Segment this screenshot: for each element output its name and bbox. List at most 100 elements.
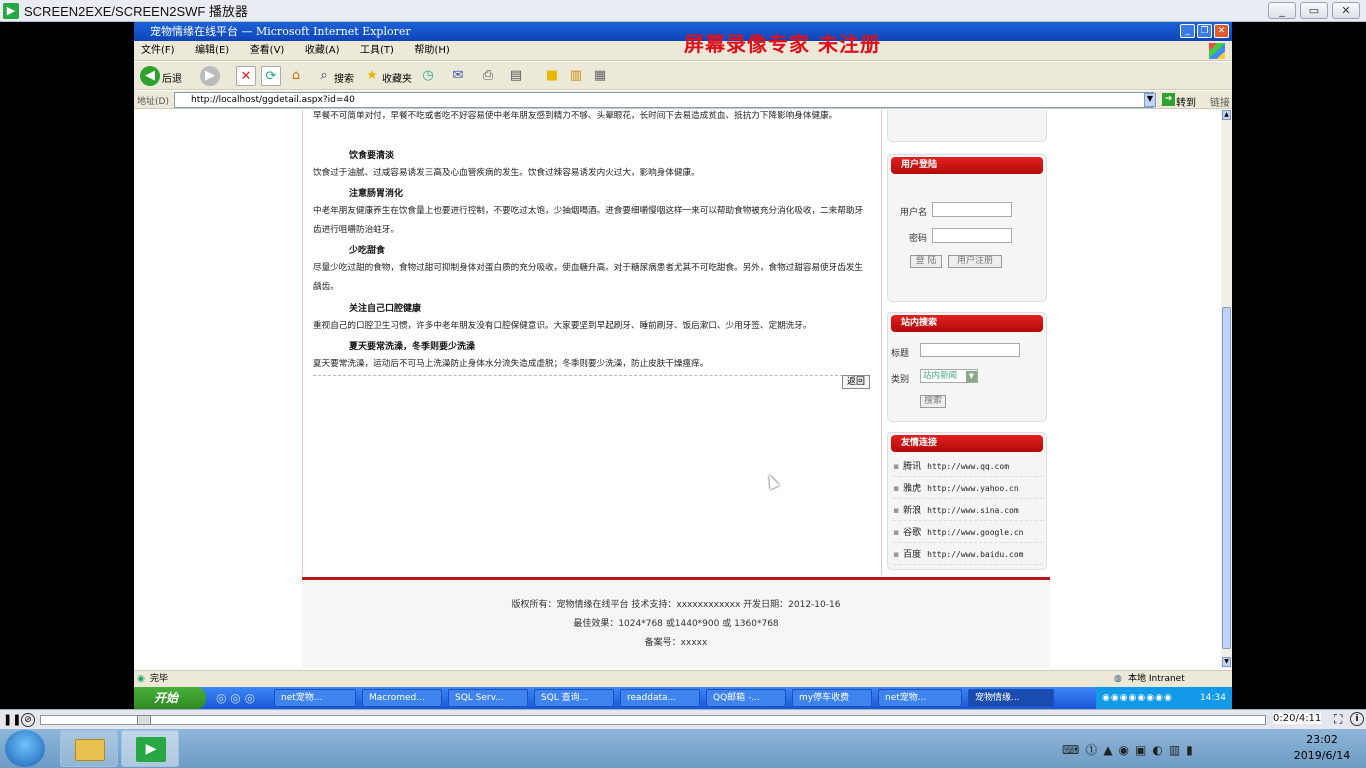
menu-tools[interactable]: 工具(T) xyxy=(360,41,394,61)
fullscreen-icon[interactable]: ⛶ xyxy=(1334,712,1342,727)
vertical-scrollbar[interactable]: ▲ ▼ xyxy=(1221,110,1232,668)
password-input[interactable] xyxy=(932,228,1012,243)
link-url[interactable]: http://www.baidu.com xyxy=(927,550,1023,559)
menu-file[interactable]: 文件(F) xyxy=(141,41,175,61)
windows-logo-icon xyxy=(1209,43,1225,59)
back-icon[interactable]: ◀ xyxy=(140,66,160,86)
ie-restore-icon[interactable]: ❐ xyxy=(1197,24,1212,38)
explorer-taskbar-icon[interactable] xyxy=(60,730,118,767)
recorder-watermark: 屏幕录像专家 未注册 xyxy=(684,32,881,56)
friend-link[interactable]: ▪ 百度 http://www.baidu.com xyxy=(893,545,1043,565)
mail-icon[interactable]: ✉ xyxy=(448,66,468,86)
research-icon[interactable]: ▥ xyxy=(566,66,586,86)
taskbar-item[interactable]: QQ邮箱 -... xyxy=(706,689,786,707)
friend-link[interactable]: ▪ 腾讯 http://www.qq.com xyxy=(893,457,1043,477)
friend-links-panel: 友情连接 ▪ 腾讯 http://www.qq.com ▪ 雅虎 http://www.… xyxy=(887,432,1047,570)
address-input[interactable]: http://localhost/ggdetail.aspx?id=40 xyxy=(174,92,1154,108)
friend-link[interactable]: ▪ 谷歌 http://www.google.cn xyxy=(893,523,1043,543)
minimize-icon[interactable]: _ xyxy=(1268,2,1296,19)
edit-icon[interactable]: ▤ xyxy=(506,66,526,86)
link-name: 谷歌 xyxy=(903,528,922,538)
status-bar: ◉ 完毕 ◍ 本地 Intranet xyxy=(134,670,1232,687)
login-header: 用户登陆 xyxy=(891,157,1043,174)
clock-date: 2019/6/14 xyxy=(1293,749,1351,762)
scroll-down-icon[interactable]: ▼ xyxy=(1222,657,1231,667)
menu-edit[interactable]: 编辑(E) xyxy=(195,41,229,61)
scrollbar-thumb[interactable] xyxy=(1222,307,1231,649)
info-icon[interactable]: i xyxy=(1350,712,1364,726)
scroll-up-icon[interactable]: ▲ xyxy=(1222,110,1231,120)
back-button[interactable]: 返回 xyxy=(842,375,870,389)
category-value: 站内新闻 xyxy=(923,371,958,381)
taskbar-item[interactable]: SQL Serv... xyxy=(448,689,528,707)
ie-window: 宠物情缘在线平台 — Microsoft Internet Explorer _… xyxy=(134,22,1232,687)
close-icon[interactable]: ✕ xyxy=(1332,2,1360,19)
maximize-icon[interactable]: ▭ xyxy=(1300,2,1328,19)
search-icon[interactable]: ⌕ xyxy=(314,66,334,86)
refresh-icon[interactable]: ⟳ xyxy=(261,66,281,86)
messenger-icon[interactable]: ▦ xyxy=(590,66,610,86)
taskbar-item[interactable]: readdata... xyxy=(620,689,700,707)
taskbar-item[interactable]: net宠物... xyxy=(878,689,962,707)
links-label[interactable]: 链接 xyxy=(1210,94,1230,109)
stop-icon[interactable]: ✕ xyxy=(236,66,256,86)
player-title: SCREEN2EXE/SCREEN2SWF 播放器 xyxy=(24,4,248,19)
tray-icons[interactable]: ⌨⓵▲◉▣◐▥▮ xyxy=(1062,741,1199,758)
back-label[interactable]: 后退 xyxy=(162,70,182,85)
forward-icon[interactable]: ▶ xyxy=(200,66,220,86)
chevron-down-icon[interactable]: ▼ xyxy=(966,371,977,382)
article-paragraph: 早餐不可简单对付，早餐不吃或者吃不好容易使中老年朋友感到精力不够、头晕眼花，长时… xyxy=(313,111,838,121)
print-icon[interactable]: ⎙ xyxy=(478,66,498,86)
seek-thumb[interactable] xyxy=(137,715,151,725)
taskbar-item[interactable]: Macromed... xyxy=(362,689,442,707)
menu-favorites[interactable]: 收藏(A) xyxy=(305,41,340,61)
taskbar-item-active[interactable]: 宠物情缘... xyxy=(968,689,1054,707)
search-button[interactable]: 搜索 xyxy=(920,395,946,408)
register-button[interactable]: 用户注册 xyxy=(948,255,1002,268)
footer-record-number: 备案号：xxxxx xyxy=(644,638,708,648)
login-button[interactable]: 登 陆 xyxy=(910,255,942,268)
windows-clock[interactable]: 23:02 2019/6/14 xyxy=(1282,732,1362,764)
screen2swf-taskbar-icon[interactable]: ▶ xyxy=(121,730,179,767)
address-bar: 地址(D) http://localhost/ggdetail.aspx?id=… xyxy=(134,91,1232,109)
ie-close-icon[interactable]: ✕ xyxy=(1214,24,1229,38)
search-title-input[interactable] xyxy=(920,343,1020,357)
page-content: 早餐不可简单对付，早餐不吃或者吃不好容易使中老年朋友感到精力不够、头晕眼花，长时… xyxy=(134,110,1221,675)
link-name: 新浪 xyxy=(903,506,922,516)
stop-icon[interactable]: ⊘ xyxy=(21,713,35,727)
windows-start-button[interactable] xyxy=(5,730,45,767)
menu-help[interactable]: 帮助(H) xyxy=(414,41,449,61)
taskbar-item[interactable]: net宠物... xyxy=(274,689,356,707)
intranet-icon: ◍ xyxy=(1114,674,1122,684)
link-url[interactable]: http://www.google.cn xyxy=(927,528,1023,537)
favorites-icon[interactable]: ★ xyxy=(362,66,382,86)
ie-minimize-icon[interactable]: _ xyxy=(1180,24,1195,38)
taskbar-item[interactable]: my停车收费 xyxy=(792,689,872,707)
address-dropdown-icon[interactable]: ▼ xyxy=(1144,93,1156,107)
history-icon[interactable]: ◷ xyxy=(418,66,438,86)
link-url[interactable]: http://www.qq.com xyxy=(927,462,1009,471)
favorites-label[interactable]: 收藏夹 xyxy=(382,70,412,85)
tray-icons[interactable]: ◉◉◉◉◉◉◉◉ xyxy=(1102,693,1173,703)
go-button[interactable]: 转到 xyxy=(1176,94,1196,109)
menu-view[interactable]: 查看(V) xyxy=(250,41,285,61)
taskbar-item[interactable]: SQL 查询... xyxy=(534,689,614,707)
ie-toolbar: ◀ 后退 ▶ ✕ ⟳ ⌂ ⌕ 搜索 ★ 收藏夹 ◷ ✉ ⎙ ▤ ■ ▥ ▦ xyxy=(134,62,1232,90)
windows-taskbar: ▶ ⌨⓵▲◉▣◐▥▮ 23:02 2019/6/14 xyxy=(0,729,1366,768)
link-url[interactable]: http://www.sina.com xyxy=(927,506,1019,515)
friend-link[interactable]: ▪ 新浪 http://www.sina.com xyxy=(893,501,1043,521)
friend-link[interactable]: ▪ 雅虎 http://www.yahoo.cn xyxy=(893,479,1043,499)
home-icon[interactable]: ⌂ xyxy=(286,66,306,86)
clock-time: 23:02 xyxy=(1306,733,1338,746)
username-input[interactable] xyxy=(932,202,1012,217)
search-label[interactable]: 搜索 xyxy=(334,70,354,85)
article-heading: 夏天要常洗澡，冬季则要少洗澡 xyxy=(349,342,476,352)
article-heading: 少吃甜食 xyxy=(349,246,386,256)
quick-launch-icons[interactable]: ◎ ◎ ◎ xyxy=(216,691,255,705)
seek-bar[interactable] xyxy=(40,715,1266,725)
go-icon[interactable]: ➜ xyxy=(1162,93,1175,106)
pause-icon[interactable]: ❚❚ xyxy=(3,713,21,726)
folder-icon[interactable]: ■ xyxy=(542,66,562,86)
link-url[interactable]: http://www.yahoo.cn xyxy=(927,484,1019,493)
xp-start-button[interactable]: 开始 xyxy=(134,687,206,709)
